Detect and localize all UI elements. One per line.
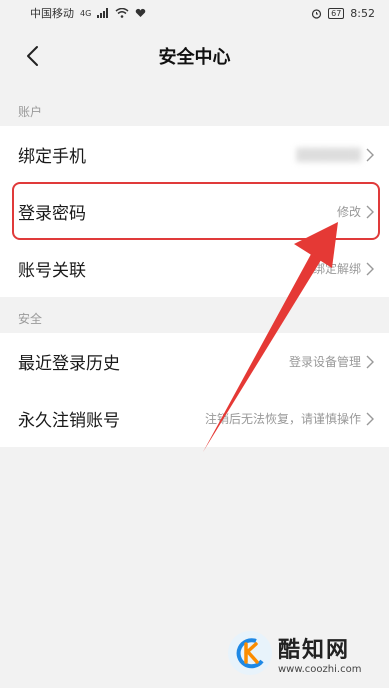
back-button[interactable] [18,42,46,70]
row-value: 绑定解绑 [312,262,361,276]
row-label: 永久注销账号 [18,411,120,431]
chevron-right-icon [366,262,374,275]
alarm-icon [312,8,322,19]
row-right: 登录设备管理 [289,353,375,370]
row-right: 注销后无法恢复，请谨慎操作 [205,410,375,427]
section-label-account: 账户 [18,105,43,119]
row-delete-account[interactable]: 永久注销账号 注销后无法恢复，请谨慎操作 [0,390,389,447]
row-label: 最近登录历史 [18,354,120,374]
heart-icon [136,8,146,17]
coozhi-logo-icon [228,631,272,675]
row-bind-phone[interactable]: 绑定手机 ███████ [0,126,389,183]
row-login-history[interactable]: 最近登录历史 登录设备管理 [0,333,389,390]
account-group: 绑定手机 ███████ 登录密码 修改 账号关联 绑定解绑 [0,126,389,297]
nav-bar: 安全中心 [0,26,389,86]
row-right: 绑定解绑 [313,260,375,277]
chevron-right-icon [366,148,374,161]
row-right: ███████ [296,148,375,162]
row-label: 登录密码 [18,204,86,224]
watermark-url: www.coozhi.com [278,663,362,675]
battery-indicator: 67 [328,7,345,19]
carrier-text: 中国移动 [30,7,74,20]
clock-text: 8:52 [350,6,375,20]
chevron-right-icon [366,205,374,218]
chevron-left-icon [27,46,38,66]
row-right: 修改 [337,203,375,220]
watermark: 酷知网 www.coozhi.com [228,625,378,681]
row-value: 修改 [336,205,361,219]
network-type: 4G [80,8,92,18]
signal-icon [97,8,109,18]
row-value: 登录设备管理 [288,355,361,369]
section-label-security: 安全 [18,312,43,326]
wifi-icon [115,8,129,18]
phone-number-masked: ███████ [296,147,361,162]
row-label: 账号关联 [18,261,86,281]
row-value: 注销后无法恢复，请谨慎操作 [204,412,361,426]
row-account-link[interactable]: 账号关联 绑定解绑 [0,240,389,297]
page-title: 安全中心 [158,47,231,68]
status-bar: 中国移动 4G 67 8:52 [0,0,389,26]
security-group: 最近登录历史 登录设备管理 永久注销账号 注销后无法恢复，请谨慎操作 [0,333,389,447]
watermark-name: 酷知网 [278,637,351,663]
chevron-right-icon [366,355,374,368]
chevron-right-icon [366,412,374,425]
row-login-password[interactable]: 登录密码 修改 [0,183,389,240]
row-label: 绑定手机 [18,147,86,167]
